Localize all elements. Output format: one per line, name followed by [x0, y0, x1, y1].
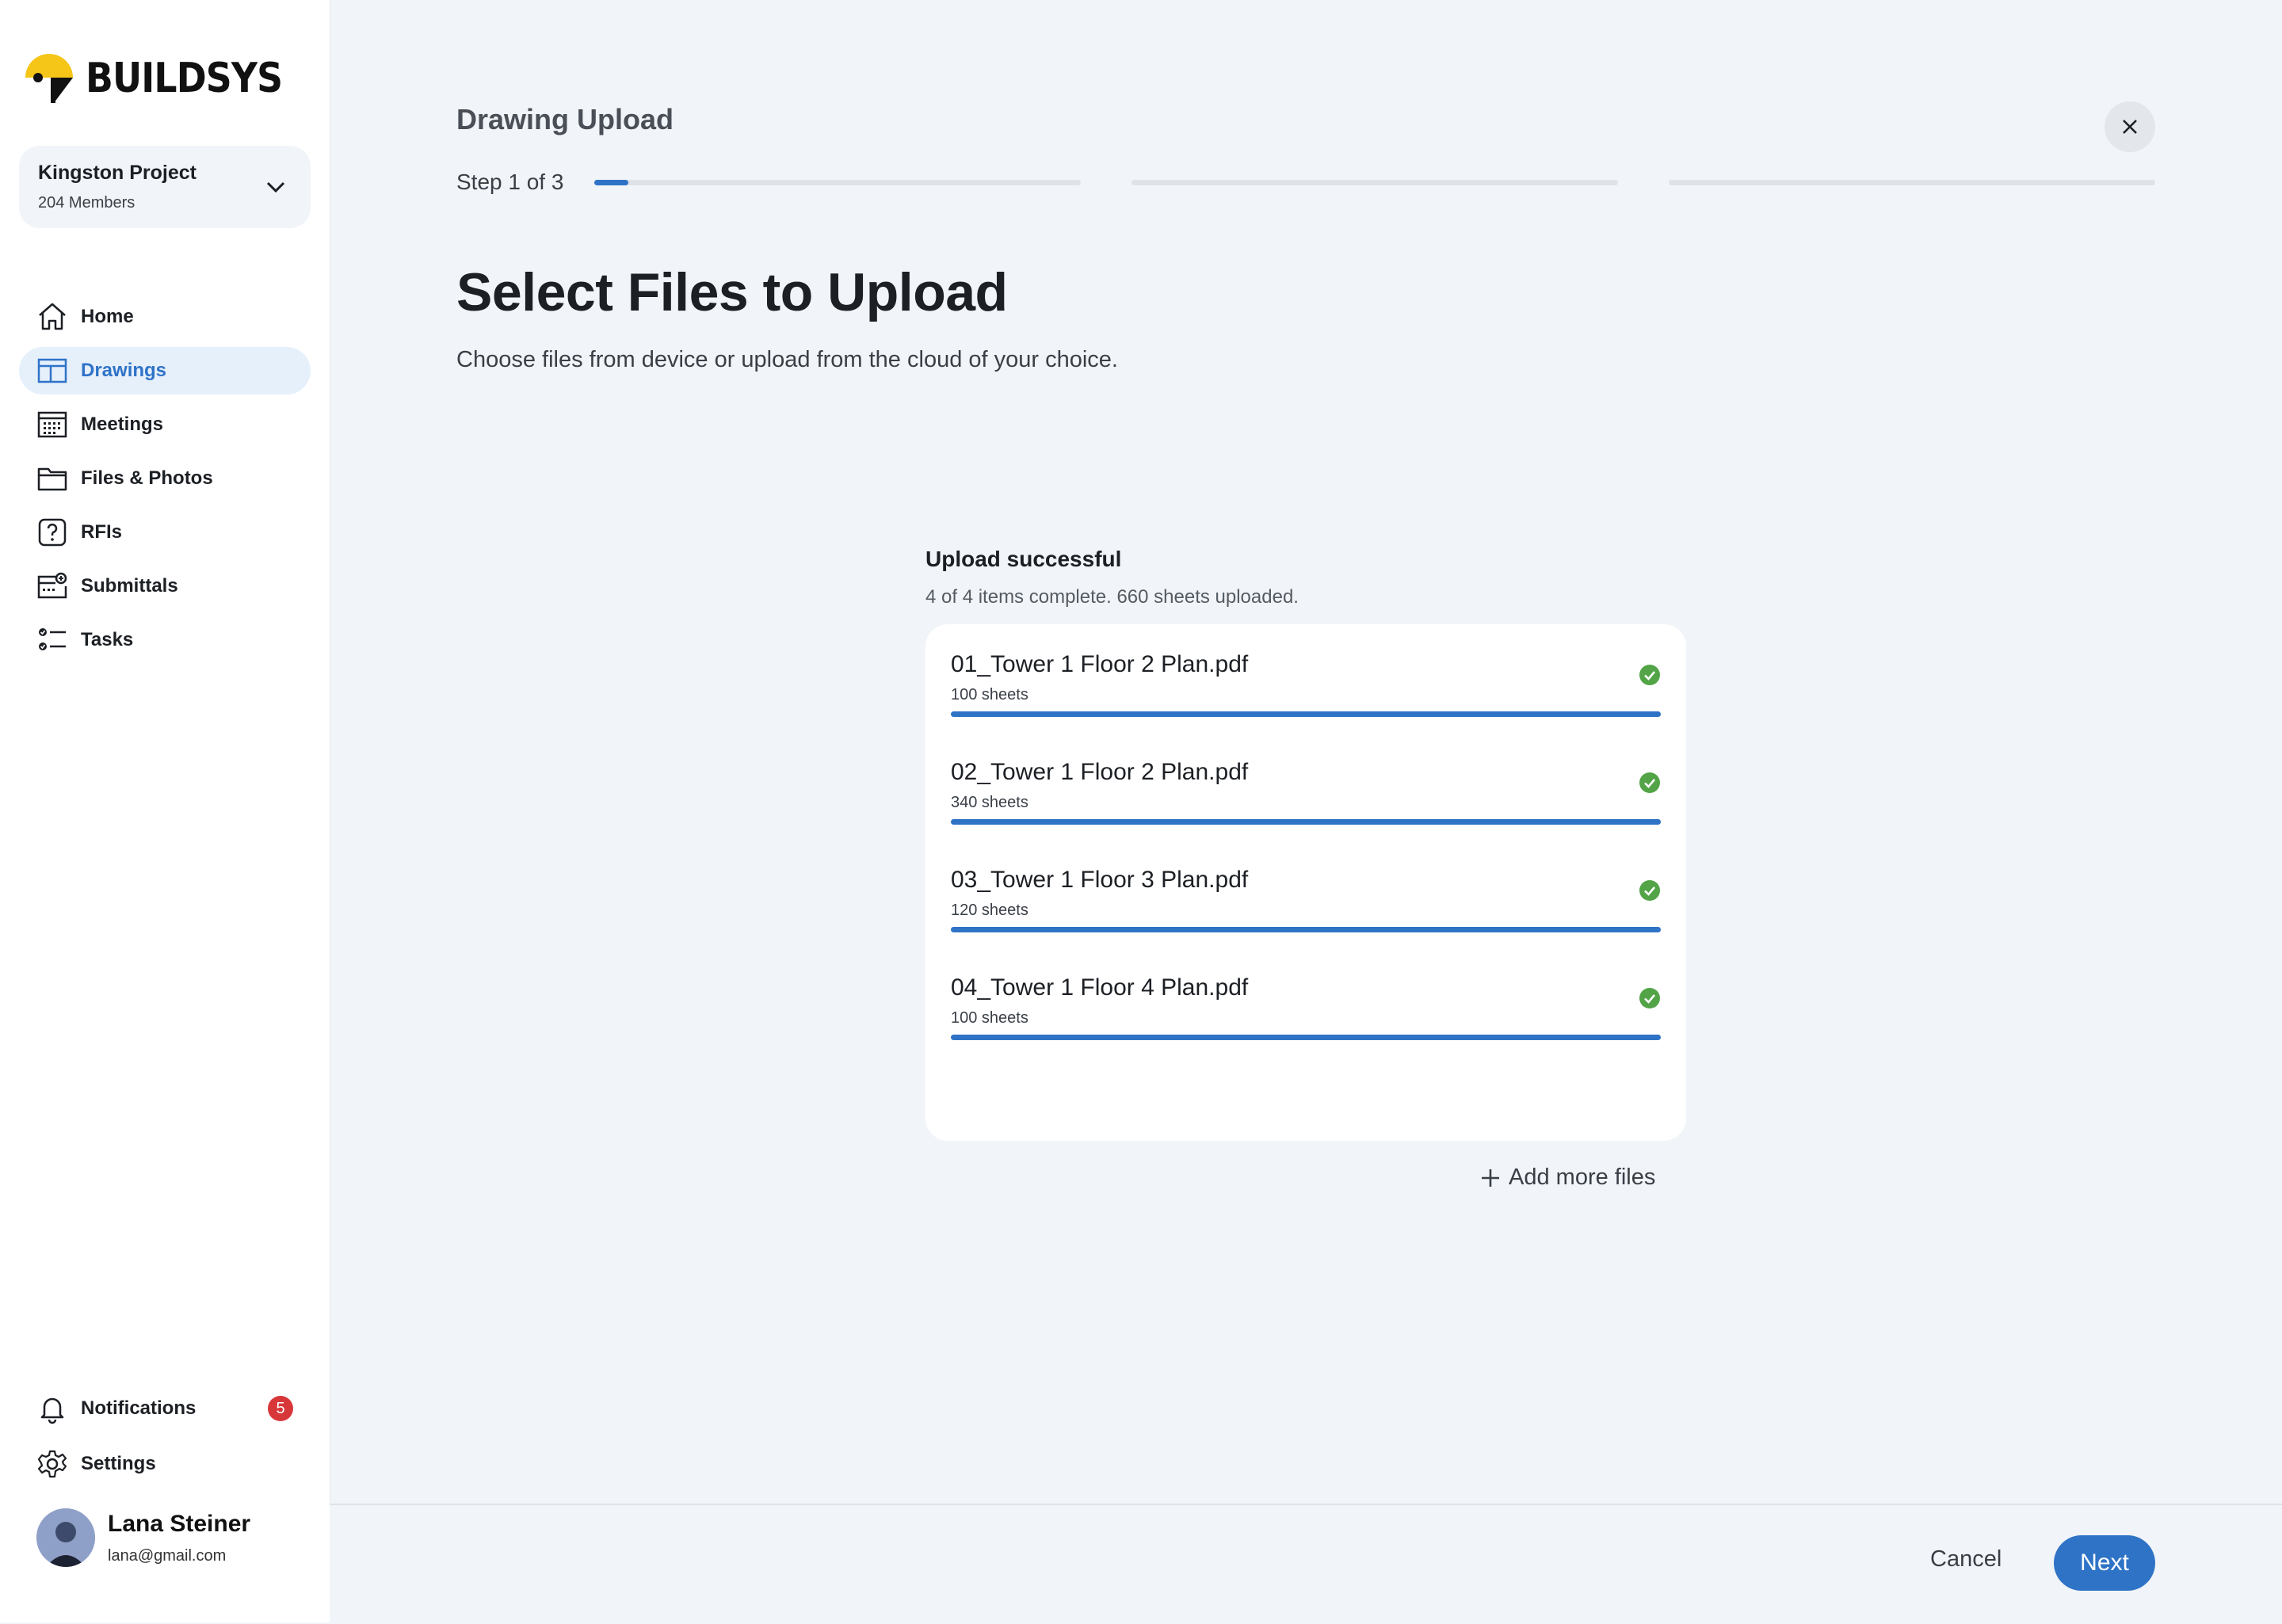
project-switcher[interactable]: Kingston Project 204 Members: [19, 146, 311, 228]
logo-icon: [25, 54, 73, 103]
sidebar: BUILDSYS Kingston Project 204 Members Ho…: [0, 0, 330, 1622]
user-name: Lana Steiner: [108, 1510, 251, 1537]
close-icon: [2123, 120, 2137, 134]
file-progress: [951, 711, 1661, 717]
step-2-progress: [1131, 180, 1618, 185]
sidebar-item-home[interactable]: Home: [19, 293, 311, 341]
upload-summary: 4 of 4 items complete. 660 sheets upload…: [925, 586, 1299, 608]
sidebar-item-files-photos[interactable]: Files & Photos: [19, 455, 311, 502]
home-icon: [36, 301, 68, 333]
step-1-progress: [594, 180, 1081, 185]
file-name: 03_Tower 1 Floor 3 Plan.pdf: [951, 867, 1249, 893]
submittals-icon: [36, 570, 68, 602]
sidebar-item-label: Meetings: [81, 414, 164, 435]
folder-icon: [36, 463, 68, 494]
page-subtitle: Choose files from device or upload from …: [456, 347, 1118, 372]
step-3-progress: [1669, 180, 2155, 185]
project-members: 204 Members: [38, 194, 135, 212]
upload-status: Upload successful: [925, 547, 1122, 571]
sidebar-item-submittals[interactable]: Submittals: [19, 562, 311, 610]
gear-icon: [36, 1448, 68, 1480]
sidebar-item-drawings[interactable]: Drawings: [19, 347, 311, 395]
user-email: lana@gmail.com: [108, 1546, 227, 1565]
step-label: Step 1 of 3: [456, 170, 564, 194]
check-circle-icon: [1639, 880, 1660, 901]
drawings-icon: [36, 355, 68, 387]
file-sheets: 100 sheets: [951, 1009, 1028, 1027]
add-more-files-label: Add more files: [1509, 1165, 1656, 1190]
step-1-progress-fill: [594, 180, 628, 185]
project-name: Kingston Project: [38, 162, 197, 184]
file-progress-fill: [951, 711, 1661, 717]
sidebar-item-tasks[interactable]: Tasks: [19, 616, 311, 664]
file-sheets: 120 sheets: [951, 902, 1028, 919]
dialog-title: Drawing Upload: [456, 103, 674, 135]
sidebar-item-label: Files & Photos: [81, 467, 213, 489]
sidebar-item-label: RFIs: [81, 521, 123, 543]
file-progress-fill: [951, 819, 1661, 825]
cancel-button[interactable]: Cancel: [1930, 1546, 2002, 1573]
file-progress-fill: [951, 1035, 1661, 1040]
bell-icon: [36, 1393, 68, 1424]
plus-icon: [1482, 1168, 1499, 1187]
sidebar-item-label: Home: [81, 306, 134, 327]
file-progress: [951, 1035, 1661, 1040]
user-profile[interactable]: Lana Steiner lana@gmail.com: [36, 1508, 250, 1567]
sidebar-item-rfis[interactable]: RFIs: [19, 509, 311, 556]
file-sheets: 100 sheets: [951, 686, 1028, 703]
sidebar-item-label: Settings: [81, 1453, 156, 1474]
sidebar-item-label: Submittals: [81, 575, 178, 597]
calendar-icon: [36, 409, 68, 440]
file-row: 01_Tower 1 Floor 2 Plan.pdf 100 sheets: [951, 648, 1661, 756]
page-title: Select Files to Upload: [456, 262, 1008, 322]
file-progress: [951, 927, 1661, 932]
brand-name: BUILDSYS: [86, 55, 283, 102]
file-list: 01_Tower 1 Floor 2 Plan.pdf 100 sheets 0…: [925, 624, 1686, 1141]
chevron-down-icon: [266, 181, 285, 193]
sidebar-bottom-nav: Notifications 5 Settings: [19, 1385, 311, 1496]
question-icon: [36, 517, 68, 548]
next-button[interactable]: Next: [2054, 1535, 2155, 1591]
brand-logo[interactable]: BUILDSYS: [21, 49, 309, 108]
avatar: [36, 1508, 95, 1567]
file-name: 01_Tower 1 Floor 2 Plan.pdf: [951, 651, 1249, 677]
tasks-icon: [36, 624, 68, 656]
file-progress: [951, 819, 1661, 825]
file-name: 04_Tower 1 Floor 4 Plan.pdf: [951, 974, 1249, 1001]
file-sheets: 340 sheets: [951, 794, 1028, 811]
sidebar-nav: Home Drawings Meetings Files & Photos RF…: [19, 293, 311, 670]
close-button[interactable]: [2105, 101, 2155, 152]
sidebar-item-notifications[interactable]: Notifications 5: [19, 1385, 311, 1432]
check-circle-icon: [1639, 772, 1660, 793]
file-row: 03_Tower 1 Floor 3 Plan.pdf 120 sheets: [951, 863, 1661, 971]
notification-badge: 5: [268, 1396, 293, 1421]
sidebar-item-settings[interactable]: Settings: [19, 1440, 311, 1488]
sidebar-item-label: Tasks: [81, 629, 134, 650]
sidebar-item-label: Notifications: [81, 1397, 197, 1419]
sidebar-item-meetings[interactable]: Meetings: [19, 401, 311, 448]
check-circle-icon: [1639, 988, 1660, 1008]
file-progress-fill: [951, 927, 1661, 932]
sidebar-item-label: Drawings: [81, 360, 167, 381]
file-row: 02_Tower 1 Floor 2 Plan.pdf 340 sheets: [951, 756, 1661, 863]
add-more-files-button[interactable]: Add more files: [1480, 1165, 1655, 1191]
file-name: 02_Tower 1 Floor 2 Plan.pdf: [951, 759, 1249, 785]
file-row: 04_Tower 1 Floor 4 Plan.pdf 100 sheets: [951, 971, 1661, 1079]
check-circle-icon: [1639, 665, 1660, 685]
